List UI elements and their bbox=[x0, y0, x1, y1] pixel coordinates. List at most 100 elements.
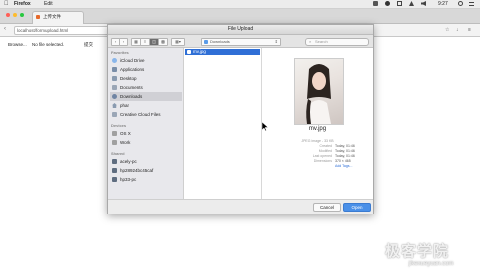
image-file-icon bbox=[187, 50, 191, 54]
zoom-window-icon[interactable] bbox=[20, 13, 24, 17]
portrait-illustration bbox=[306, 64, 331, 124]
search-field-icon: ⌕ bbox=[309, 39, 312, 44]
preview-image bbox=[294, 58, 344, 125]
sidebar-item-os-x[interactable]: OS X bbox=[110, 129, 182, 138]
sidebar-item-hp28924bc45caf[interactable]: hp28924bc45caf bbox=[110, 166, 182, 175]
sidebar-item-icloud-drive[interactable]: iCloud Drive bbox=[110, 56, 182, 65]
tab-title: 上传文件 bbox=[43, 14, 61, 19]
computer-icon bbox=[112, 168, 117, 173]
preview-pane: mv.jpg JPEG image - 33 KB Created Today,… bbox=[262, 48, 373, 199]
menu-app-name[interactable]: Firefox bbox=[14, 1, 31, 7]
favicon-icon bbox=[36, 15, 40, 19]
wifi-icon[interactable] bbox=[409, 1, 414, 6]
sidebar-item-label: Documents bbox=[120, 85, 143, 90]
cover-flow-button[interactable]: ▩ bbox=[158, 38, 168, 46]
dialog-toolbar: ‹ › ▦ ≡ ◫ ▩ ▦▾ Downloads ⇕ ⌕ Search bbox=[108, 35, 373, 48]
search-placeholder: Search bbox=[315, 39, 328, 44]
sidebar-item-label: Applications bbox=[120, 67, 145, 72]
sidebar-item-documents[interactable]: Documents bbox=[110, 83, 182, 92]
tab-bar: 上传文件 bbox=[0, 9, 480, 24]
sidebar-item-label: hp28924bc45caf bbox=[120, 168, 154, 173]
menu-clock[interactable]: 9:27 bbox=[438, 1, 448, 7]
sidebar-item-applications[interactable]: Applications bbox=[110, 65, 182, 74]
location-popup[interactable]: Downloads ⇕ bbox=[201, 38, 281, 46]
dimensions-value: 370 × 465 bbox=[335, 159, 351, 163]
volume-icon[interactable] bbox=[421, 1, 426, 6]
minimize-window-icon[interactable] bbox=[13, 13, 17, 17]
modified-label: Modified bbox=[318, 149, 332, 153]
back-icon[interactable]: ‹ bbox=[4, 26, 6, 33]
status-record-icon[interactable] bbox=[385, 1, 390, 6]
sidebar-item-label: Creative Cloud Files bbox=[120, 112, 161, 117]
watermark-main: 极客学院 bbox=[385, 243, 450, 260]
preview-filename: mv.jpg bbox=[308, 126, 327, 132]
browse-button[interactable]: Browse... bbox=[8, 42, 27, 47]
home-icon bbox=[112, 103, 117, 108]
watermark-sub: jikexueyuan.com bbox=[408, 261, 454, 267]
sidebar-item-acely-pc[interactable]: acely-pc bbox=[110, 157, 182, 166]
created-label: Created bbox=[319, 144, 332, 148]
sidebar-item-downloads[interactable]: Downloads bbox=[110, 92, 182, 101]
file-upload-dialog: File Upload ‹ › ▦ ≡ ◫ ▩ ▦▾ Downloads ⇕ ⌕… bbox=[107, 24, 374, 214]
documents-icon bbox=[112, 85, 117, 90]
close-window-icon[interactable] bbox=[6, 13, 10, 17]
folder-icon bbox=[204, 40, 208, 44]
browser-tab[interactable]: 上传文件 bbox=[32, 11, 84, 24]
sidebar-item-creative-cloud[interactable]: Creative Cloud Files bbox=[110, 110, 182, 119]
last-opened-label: Last opened bbox=[312, 154, 332, 158]
file-row-selected[interactable]: mv.jpg bbox=[185, 49, 260, 55]
sidebar-item-label: OS X bbox=[120, 131, 131, 136]
created-value: Today, 01:46 bbox=[335, 144, 355, 148]
creative-cloud-icon bbox=[112, 112, 117, 117]
arrange-button[interactable]: ▦▾ bbox=[171, 38, 185, 46]
chevron-down-icon: ⇕ bbox=[274, 39, 278, 44]
url-text: localhost/formupload.html bbox=[17, 28, 69, 33]
sidebar-item-label: acely-pc bbox=[120, 159, 137, 164]
cancel-button[interactable]: Cancel bbox=[313, 203, 341, 212]
apple-menu-icon[interactable]:  bbox=[4, 1, 9, 7]
mouse-cursor-icon bbox=[262, 122, 268, 131]
dialog-footer: Cancel Open bbox=[108, 199, 373, 214]
downloads-folder-icon bbox=[112, 94, 117, 99]
file-name: mv.jpg bbox=[193, 49, 206, 54]
dialog-sidebar: Favorites iCloud Drive Applications Desk… bbox=[108, 48, 184, 199]
status-app-icon[interactable] bbox=[373, 1, 378, 6]
search-field[interactable]: ⌕ Search bbox=[305, 38, 369, 46]
dimensions-label: Dimensions bbox=[313, 159, 332, 163]
watermark: 极客学院 jikexueyuan.com bbox=[385, 240, 477, 268]
sidebar-item-phar[interactable]: phar bbox=[110, 101, 182, 110]
sidebar-item-label: iCloud Drive bbox=[120, 58, 145, 63]
sidebar-item-work[interactable]: Work bbox=[110, 138, 182, 147]
sidebar-item-label: hp33-pc bbox=[120, 177, 137, 182]
file-column: mv.jpg bbox=[184, 48, 262, 199]
open-button[interactable]: Open bbox=[343, 203, 371, 212]
sidebar-item-hp33-pc[interactable]: hp33-pc bbox=[110, 175, 182, 184]
menu-edit[interactable]: Edit bbox=[44, 1, 53, 7]
last-opened-value: Today, 01:46 bbox=[335, 154, 355, 158]
add-tags-link[interactable]: Add Tags... bbox=[335, 164, 352, 168]
list-icon[interactable] bbox=[469, 2, 474, 6]
location-label: Downloads bbox=[210, 39, 230, 44]
desktop-icon bbox=[112, 76, 117, 81]
bookmark-icon[interactable]: ☆ bbox=[445, 27, 449, 33]
submit-button[interactable]: 提交 bbox=[84, 42, 93, 48]
devices-header: Devices bbox=[111, 123, 127, 128]
modified-value: Today, 01:46 bbox=[335, 149, 355, 153]
sidebar-item-label: Work bbox=[120, 140, 131, 145]
sidebar-item-label: Desktop bbox=[120, 76, 137, 81]
sidebar-item-label: phar bbox=[120, 103, 130, 108]
forward-button[interactable]: › bbox=[119, 38, 128, 46]
shared-header: Shared bbox=[111, 151, 125, 156]
search-icon[interactable] bbox=[458, 1, 463, 6]
applications-icon bbox=[112, 67, 117, 72]
hamburger-menu-icon[interactable]: ≡ bbox=[468, 27, 471, 33]
preview-kind: JPEG image - 33 KB bbox=[301, 139, 334, 143]
sidebar-item-label: Downloads bbox=[120, 94, 143, 99]
status-clock-icon[interactable] bbox=[397, 1, 402, 6]
cloud-icon bbox=[112, 58, 117, 63]
favorites-header: Favorites bbox=[111, 50, 129, 55]
no-file-label: No file selected. bbox=[32, 42, 65, 47]
sidebar-item-desktop[interactable]: Desktop bbox=[110, 74, 182, 83]
menu-bar:  Firefox Edit 9:27 bbox=[0, 0, 480, 9]
downloads-icon[interactable]: ↓ bbox=[456, 27, 459, 33]
